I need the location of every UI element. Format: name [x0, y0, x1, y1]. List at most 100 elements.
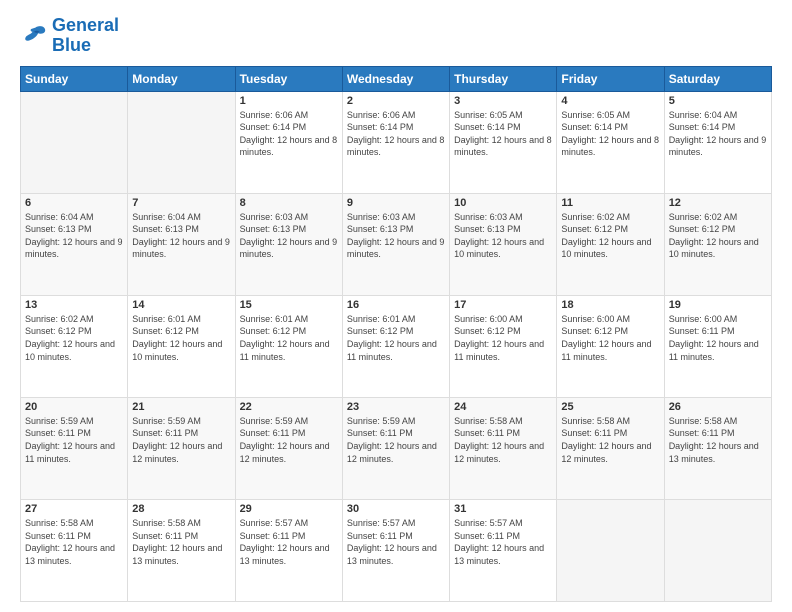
day-number: 23: [347, 401, 445, 413]
day-info: Sunrise: 6:05 AMSunset: 6:14 PMDaylight:…: [454, 109, 552, 159]
calendar-cell: 13 Sunrise: 6:02 AMSunset: 6:12 PMDayligh…: [21, 295, 128, 397]
calendar-week-row: 6 Sunrise: 6:04 AMSunset: 6:13 PMDaylight…: [21, 193, 772, 295]
calendar-cell: 2 Sunrise: 6:06 AMSunset: 6:14 PMDaylight…: [342, 91, 449, 193]
logo-icon: [20, 22, 48, 50]
header: General Blue: [20, 16, 772, 56]
calendar-cell: 17Sunrise: 6:00 AMSunset: 6:12 PMDayligh…: [450, 295, 557, 397]
calendar-day-header: Friday: [557, 66, 664, 91]
day-number: 13: [25, 299, 123, 311]
logo-text: General Blue: [52, 16, 119, 56]
calendar-week-row: 13 Sunrise: 6:02 AMSunset: 6:12 PMDayligh…: [21, 295, 772, 397]
day-number: 18: [561, 299, 659, 311]
day-info: Sunrise: 6:00 AMSunset: 6:12 PMDaylight:…: [454, 313, 552, 363]
day-number: 8: [240, 197, 338, 209]
day-info: Sunrise: 6:01 AMSunset: 6:12 PMDaylight:…: [240, 313, 338, 363]
calendar-cell: [557, 499, 664, 601]
day-number: 4: [561, 95, 659, 107]
day-number: 12: [669, 197, 767, 209]
calendar-day-header: Wednesday: [342, 66, 449, 91]
day-info: Sunrise: 5:59 AMSunset: 6:11 PMDaylight:…: [25, 415, 123, 465]
calendar-cell: 19 Sunrise: 6:00 AMSunset: 6:11 PMDayligh…: [664, 295, 771, 397]
day-info: Sunrise: 6:03 AMSunset: 6:13 PMDaylight:…: [240, 211, 338, 261]
calendar-day-header: Thursday: [450, 66, 557, 91]
day-info: Sunrise: 6:03 AMSunset: 6:13 PMDaylight:…: [347, 211, 445, 261]
day-info: Sunrise: 6:00 AMSunset: 6:11 PMDaylight:…: [669, 313, 767, 363]
day-info: Sunrise: 6:04 AMSunset: 6:13 PMDaylight:…: [25, 211, 123, 261]
calendar-cell: 15Sunrise: 6:01 AMSunset: 6:12 PMDayligh…: [235, 295, 342, 397]
calendar-cell: 7 Sunrise: 6:04 AMSunset: 6:13 PMDaylight…: [128, 193, 235, 295]
day-info: Sunrise: 6:06 AMSunset: 6:14 PMDaylight:…: [347, 109, 445, 159]
day-info: Sunrise: 5:58 AMSunset: 6:11 PMDaylight:…: [132, 517, 230, 567]
day-number: 30: [347, 503, 445, 515]
calendar-cell: 29Sunrise: 5:57 AMSunset: 6:11 PMDayligh…: [235, 499, 342, 601]
day-info: Sunrise: 5:58 AMSunset: 6:11 PMDaylight:…: [669, 415, 767, 465]
calendar-week-row: 20 Sunrise: 5:59 AMSunset: 6:11 PMDayligh…: [21, 397, 772, 499]
day-number: 10: [454, 197, 552, 209]
day-info: Sunrise: 6:04 AMSunset: 6:13 PMDaylight:…: [132, 211, 230, 261]
calendar-cell: 3 Sunrise: 6:05 AMSunset: 6:14 PMDaylight…: [450, 91, 557, 193]
calendar-cell: 23 Sunrise: 5:59 AMSunset: 6:11 PMDayligh…: [342, 397, 449, 499]
calendar-cell: [664, 499, 771, 601]
calendar-cell: 24 Sunrise: 5:58 AMSunset: 6:11 PMDayligh…: [450, 397, 557, 499]
calendar-cell: 14 Sunrise: 6:01 AMSunset: 6:12 PMDayligh…: [128, 295, 235, 397]
day-info: Sunrise: 5:58 AMSunset: 6:11 PMDaylight:…: [454, 415, 552, 465]
day-number: 19: [669, 299, 767, 311]
calendar-cell: 6 Sunrise: 6:04 AMSunset: 6:13 PMDaylight…: [21, 193, 128, 295]
day-number: 7: [132, 197, 230, 209]
calendar-cell: 8 Sunrise: 6:03 AMSunset: 6:13 PMDaylight…: [235, 193, 342, 295]
day-info: Sunrise: 6:04 AMSunset: 6:14 PMDaylight:…: [669, 109, 767, 159]
day-info: Sunrise: 5:59 AMSunset: 6:11 PMDaylight:…: [240, 415, 338, 465]
calendar-cell: 12 Sunrise: 6:02 AMSunset: 6:12 PMDayligh…: [664, 193, 771, 295]
calendar-body: 1 Sunrise: 6:06 AMSunset: 6:14 PMDaylight…: [21, 91, 772, 601]
calendar-cell: 31 Sunrise: 5:57 AMSunset: 6:11 PMDayligh…: [450, 499, 557, 601]
day-info: Sunrise: 6:02 AMSunset: 6:12 PMDaylight:…: [669, 211, 767, 261]
day-info: Sunrise: 6:01 AMSunset: 6:12 PMDaylight:…: [347, 313, 445, 363]
day-number: 26: [669, 401, 767, 413]
calendar-cell: 5 Sunrise: 6:04 AMSunset: 6:14 PMDaylight…: [664, 91, 771, 193]
day-number: 27: [25, 503, 123, 515]
day-number: 22: [240, 401, 338, 413]
page: General Blue SundayMondayTuesdayWednesda…: [0, 0, 792, 612]
calendar-cell: 22 Sunrise: 5:59 AMSunset: 6:11 PMDayligh…: [235, 397, 342, 499]
day-number: 16: [347, 299, 445, 311]
day-number: 24: [454, 401, 552, 413]
day-info: Sunrise: 6:01 AMSunset: 6:12 PMDaylight:…: [132, 313, 230, 363]
day-number: 9: [347, 197, 445, 209]
day-number: 6: [25, 197, 123, 209]
day-number: 11: [561, 197, 659, 209]
day-info: Sunrise: 5:57 AMSunset: 6:11 PMDaylight:…: [240, 517, 338, 567]
calendar-cell: 18Sunrise: 6:00 AMSunset: 6:12 PMDayligh…: [557, 295, 664, 397]
day-info: Sunrise: 5:59 AMSunset: 6:11 PMDaylight:…: [347, 415, 445, 465]
calendar-cell: 21 Sunrise: 5:59 AMSunset: 6:11 PMDayligh…: [128, 397, 235, 499]
day-number: 1: [240, 95, 338, 107]
day-number: 21: [132, 401, 230, 413]
calendar-cell: [128, 91, 235, 193]
day-info: Sunrise: 5:58 AMSunset: 6:11 PMDaylight:…: [25, 517, 123, 567]
calendar-day-header: Tuesday: [235, 66, 342, 91]
day-info: Sunrise: 6:05 AMSunset: 6:14 PMDaylight:…: [561, 109, 659, 159]
day-info: Sunrise: 5:57 AMSunset: 6:11 PMDaylight:…: [347, 517, 445, 567]
calendar-cell: 27 Sunrise: 5:58 AMSunset: 6:11 PMDayligh…: [21, 499, 128, 601]
calendar-day-header: Sunday: [21, 66, 128, 91]
day-number: 3: [454, 95, 552, 107]
calendar-table: SundayMondayTuesdayWednesdayThursdayFrid…: [20, 66, 772, 602]
day-info: Sunrise: 6:03 AMSunset: 6:13 PMDaylight:…: [454, 211, 552, 261]
day-info: Sunrise: 6:02 AMSunset: 6:12 PMDaylight:…: [25, 313, 123, 363]
day-info: Sunrise: 5:59 AMSunset: 6:11 PMDaylight:…: [132, 415, 230, 465]
day-number: 25: [561, 401, 659, 413]
day-number: 28: [132, 503, 230, 515]
day-info: Sunrise: 6:06 AMSunset: 6:14 PMDaylight:…: [240, 109, 338, 159]
calendar-cell: 16 Sunrise: 6:01 AMSunset: 6:12 PMDayligh…: [342, 295, 449, 397]
day-number: 5: [669, 95, 767, 107]
calendar-cell: 20 Sunrise: 5:59 AMSunset: 6:11 PMDayligh…: [21, 397, 128, 499]
day-number: 31: [454, 503, 552, 515]
calendar-cell: 26 Sunrise: 5:58 AMSunset: 6:11 PMDayligh…: [664, 397, 771, 499]
logo: General Blue: [20, 16, 119, 56]
day-number: 2: [347, 95, 445, 107]
calendar-day-header: Monday: [128, 66, 235, 91]
calendar-week-row: 27 Sunrise: 5:58 AMSunset: 6:11 PMDayligh…: [21, 499, 772, 601]
day-number: 14: [132, 299, 230, 311]
day-info: Sunrise: 5:57 AMSunset: 6:11 PMDaylight:…: [454, 517, 552, 567]
calendar-cell: 4 Sunrise: 6:05 AMSunset: 6:14 PMDaylight…: [557, 91, 664, 193]
day-number: 20: [25, 401, 123, 413]
